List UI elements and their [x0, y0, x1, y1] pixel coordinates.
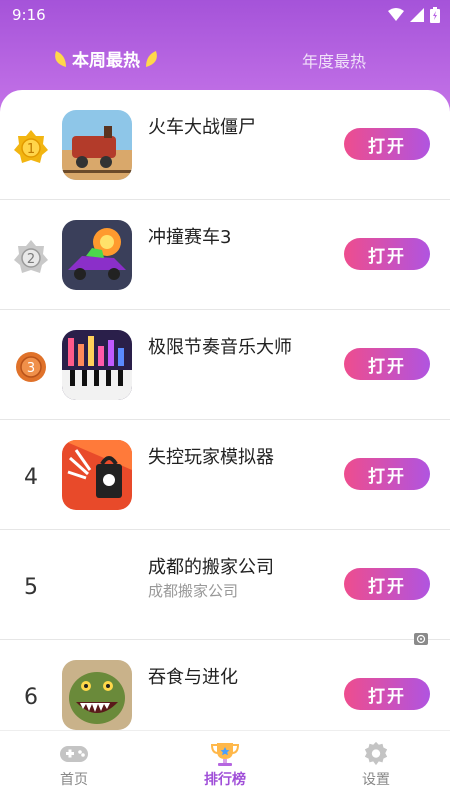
tab-yearly-hot[interactable]: 年度最热 [302, 48, 366, 72]
svg-text:3: 3 [27, 361, 35, 376]
rank-number: 4 [24, 464, 38, 490]
open-button[interactable]: 打开 [344, 678, 430, 710]
wifi-icon [388, 8, 404, 21]
list-item[interactable]: 4 失控玩家模拟器 打开 [0, 420, 450, 530]
gold-medal-icon: 1 [14, 130, 48, 163]
rank-number: 5 [24, 574, 38, 600]
list-item[interactable]: 6 吞食与进化 打开 [0, 640, 450, 730]
nav-home[interactable]: 首页 [34, 741, 114, 789]
bottom-nav: 首页 排行榜 设置 [0, 730, 450, 800]
tab-weekly-label: 本周最热 [72, 51, 140, 71]
svg-text:1: 1 [27, 142, 35, 157]
list-item[interactable]: 2 冲撞赛车3 打开 [0, 200, 450, 310]
trophy-icon [210, 743, 240, 766]
app-subtitle: 成都搬家公司 [148, 582, 239, 600]
rank-number: 6 [24, 684, 38, 710]
status-icons [388, 7, 440, 23]
status-bar: 9:16 [0, 0, 450, 32]
silver-medal-icon: 2 [14, 240, 48, 273]
bronze-medal-icon: 3 [16, 352, 46, 382]
app-icon-crash-racing[interactable] [62, 220, 132, 290]
nav-settings[interactable]: 设置 [336, 741, 416, 789]
list-item[interactable]: 3 极限节奏音乐大师 打开 [0, 310, 450, 420]
gear-icon [364, 741, 388, 766]
app-name: 吞食与进化 [148, 667, 238, 688]
leaf-right-icon [146, 50, 157, 67]
rank-medal-silver: 2 [12, 238, 50, 276]
ranking-list: 1 火车大战僵尸 打开 2 冲撞赛车3 打开 3 极限节奏音乐大师 打开 4 失… [0, 90, 450, 730]
svg-text:2: 2 [27, 252, 35, 267]
tab-bar: 本周最热 年度最热 [0, 42, 450, 78]
nav-home-label: 首页 [60, 772, 88, 788]
nav-ranking-label: 排行榜 [204, 772, 246, 788]
signal-icon [410, 8, 424, 22]
tab-weekly-hot[interactable]: 本周最热 [52, 46, 160, 71]
nav-ranking[interactable]: 排行榜 [185, 741, 265, 789]
open-button[interactable]: 打开 [344, 128, 430, 160]
rank-medal-gold: 1 [12, 128, 50, 166]
app-icon-rhythm-master[interactable] [62, 330, 132, 400]
app-name: 极限节奏音乐大师 [148, 337, 292, 358]
list-item-ad[interactable]: 5 成都的搬家公司 成都搬家公司 打开 [0, 530, 450, 645]
rank-medal-bronze: 3 [12, 348, 50, 386]
list-item[interactable]: 1 火车大战僵尸 打开 [0, 90, 450, 200]
battery-icon [430, 7, 440, 23]
open-button[interactable]: 打开 [344, 348, 430, 380]
nav-settings-label: 设置 [362, 772, 390, 788]
app-name: 火车大战僵尸 [148, 117, 256, 138]
app-name: 成都的搬家公司 [148, 557, 274, 578]
gamepad-icon [60, 746, 88, 762]
open-button[interactable]: 打开 [344, 238, 430, 270]
app-icon-player-simulator[interactable] [62, 440, 132, 510]
leaf-left-icon [55, 50, 66, 67]
app-icon-devour-evolve[interactable] [62, 660, 132, 730]
app-icon-train-zombie[interactable] [62, 110, 132, 180]
status-time: 9:16 [12, 6, 46, 24]
open-button[interactable]: 打开 [344, 458, 430, 490]
app-name: 冲撞赛车3 [148, 227, 232, 248]
open-button[interactable]: 打开 [344, 568, 430, 600]
app-name: 失控玩家模拟器 [148, 447, 274, 468]
